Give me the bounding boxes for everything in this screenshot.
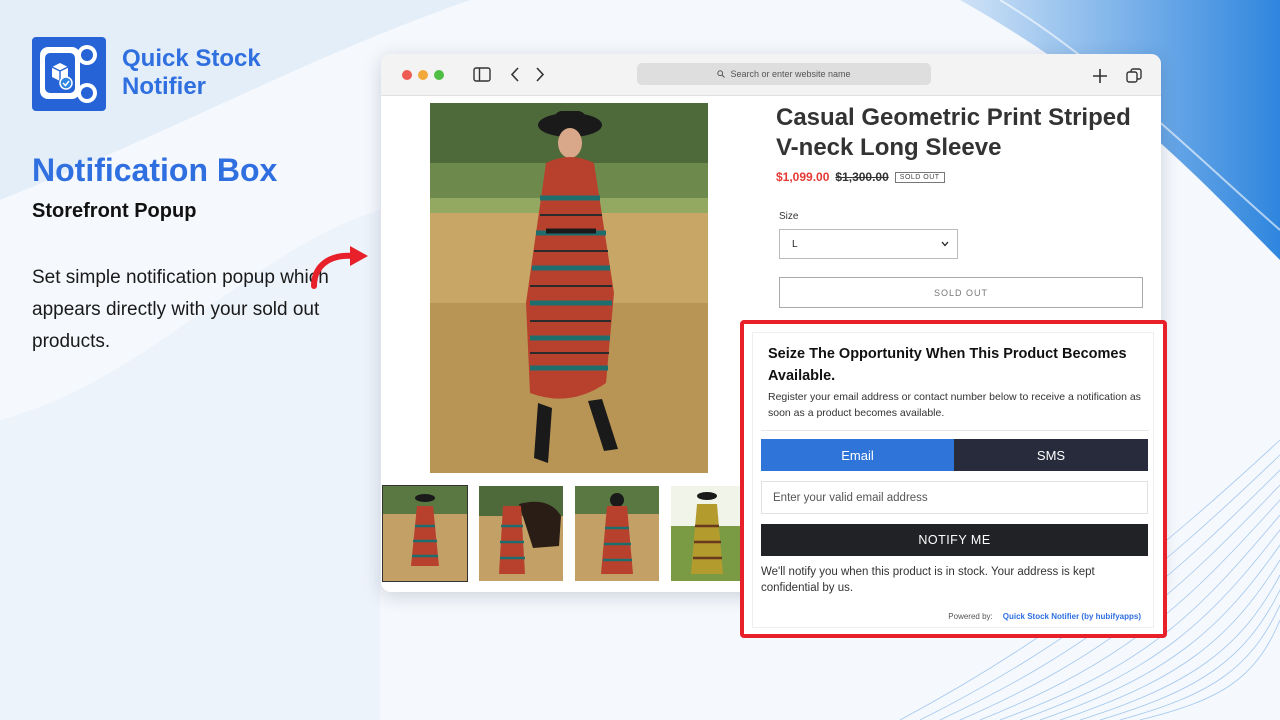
- page-subheading: Storefront Popup: [32, 200, 197, 222]
- sale-price: $1,099.00: [776, 170, 830, 184]
- maximize-window-button[interactable]: [434, 70, 444, 80]
- page-heading: Notification Box: [32, 152, 278, 188]
- brand-name: Quick Stock Notifier: [122, 45, 261, 100]
- url-bar[interactable]: Search or enter website name: [637, 63, 931, 85]
- powered-by: Powered by: Quick Stock Notifier (by hub…: [948, 612, 1141, 621]
- email-input[interactable]: Enter your valid email address: [761, 481, 1148, 514]
- app-logo: [32, 37, 106, 111]
- sold-out-button[interactable]: SOLD OUT: [779, 277, 1143, 308]
- minimize-window-button[interactable]: [418, 70, 428, 80]
- product-title: Casual Geometric Print Striped V-neck Lo…: [776, 104, 1131, 161]
- notification-popup: Seize The Opportunity When This Product …: [752, 332, 1154, 628]
- product-thumbnail[interactable]: [575, 486, 659, 581]
- close-window-button[interactable]: [402, 70, 412, 80]
- chevron-down-icon: [941, 241, 949, 247]
- tab-sms[interactable]: SMS: [954, 439, 1148, 471]
- logo-icon: [40, 45, 97, 103]
- product-thumbnail[interactable]: [479, 486, 563, 581]
- browser-titlebar: Search or enter website name: [381, 54, 1161, 96]
- product-main-image: [430, 103, 708, 473]
- popup-description: Register your email address or contact n…: [768, 391, 1141, 419]
- size-selected-value: L: [792, 238, 798, 250]
- new-tab-icon[interactable]: [1092, 68, 1108, 84]
- popup-divider: [761, 430, 1149, 431]
- product-thumbnail[interactable]: [382, 485, 468, 582]
- size-select[interactable]: L: [779, 229, 958, 259]
- original-price: $1,300.00: [835, 170, 889, 184]
- powered-by-label: Powered by:: [948, 612, 993, 621]
- notify-me-button[interactable]: NOTIFY ME: [761, 524, 1148, 556]
- popup-title: Seize The Opportunity When This Product …: [768, 346, 1127, 384]
- tab-email[interactable]: Email: [761, 439, 954, 471]
- forward-icon[interactable]: [534, 67, 546, 82]
- back-icon[interactable]: [509, 67, 521, 82]
- sold-out-badge: SOLD OUT: [894, 171, 945, 183]
- size-label: Size: [779, 211, 799, 222]
- powered-by-link[interactable]: Quick Stock Notifier (by hubifyapps): [1003, 612, 1141, 621]
- privacy-note: We'll notify you when this product is in…: [761, 566, 1095, 594]
- search-icon: [717, 70, 726, 78]
- curved-arrow-icon: [311, 246, 368, 289]
- url-placeholder: Search or enter website name: [730, 69, 851, 79]
- sidebar-toggle-icon[interactable]: [473, 67, 491, 82]
- tabs-overview-icon[interactable]: [1126, 68, 1142, 84]
- price-row: $1,099.00 $1,300.00 SOLD OUT: [776, 170, 945, 184]
